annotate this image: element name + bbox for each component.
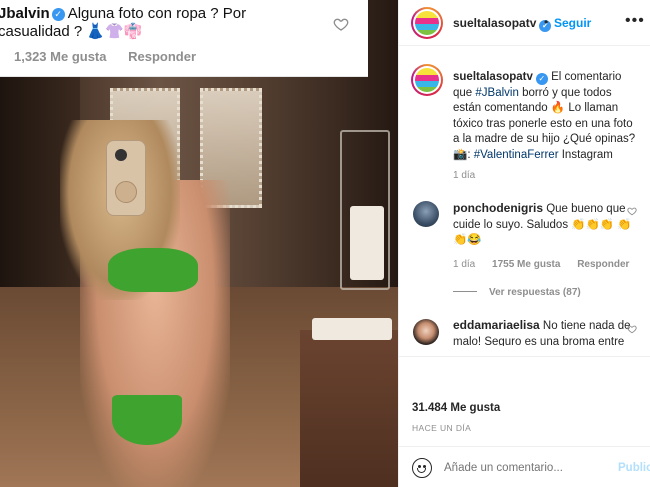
caption-text-end: Instagram — [561, 148, 613, 161]
heart-icon — [333, 18, 349, 31]
phone-grip — [115, 181, 137, 203]
overlay-reply: Responder — [128, 49, 197, 64]
like-comment-heart-icon[interactable] — [627, 206, 637, 216]
post-likes[interactable]: 31.484 Me gusta — [412, 402, 500, 414]
overlay-text-line2: casualidad ? — [0, 23, 83, 40]
avatar[interactable] — [413, 319, 439, 345]
photo-bikini-bottom — [112, 395, 182, 445]
comment-time: 1 día — [453, 259, 476, 270]
overlay-comment: Jbalvin ✓ Alguna foto con ropa ? Por casua… — [0, 0, 368, 77]
overlay-emojis: 👗👚👘 — [86, 23, 143, 40]
post-header: sueltalasopatv ✓ • Seguir ••• — [399, 0, 650, 46]
caption-username[interactable]: sueltalasopatv — [453, 71, 533, 83]
verified-icon: ✓ — [51, 8, 65, 21]
comment-meta: 1 día 1755 Me gusta Responder — [453, 259, 643, 270]
like-comment-heart-icon[interactable] — [627, 324, 637, 334]
overlay-meta: 1,323 Me gusta Responder — [14, 49, 214, 64]
comment-text: eddamariaelisa No tiene nada de malo! Se… — [453, 318, 633, 346]
post-time: HACE UN DÍA — [412, 423, 472, 433]
comment-reply-button[interactable]: Responder — [577, 259, 629, 270]
add-comment-bar: Publicar — [399, 446, 650, 487]
more-options-icon[interactable]: ••• — [625, 12, 645, 30]
caption-text: sueltalasopatv ✓ El comentario que #JBalv… — [453, 70, 641, 163]
comment-username[interactable]: eddamariaelisa — [453, 318, 540, 332]
comment-input[interactable] — [444, 462, 609, 474]
avatar[interactable] — [411, 64, 443, 96]
verified-icon: ✓ — [535, 73, 548, 85]
publish-button[interactable]: Publicar — [618, 462, 650, 474]
avatar[interactable] — [411, 7, 443, 39]
photo-towel — [312, 318, 392, 340]
photo-phone — [106, 140, 146, 216]
view-replies-label[interactable]: Ver respuestas (87) — [489, 287, 581, 298]
replies-dash — [453, 291, 477, 292]
overlay-text-line1: Alguna foto con ropa ? Por — [67, 5, 247, 22]
overlay-comment-line2: casualidad ? 👗👚👘 — [0, 22, 142, 40]
follow-button[interactable]: Seguir — [554, 16, 591, 30]
view-replies-button[interactable]: Ver respuestas (87) — [453, 287, 581, 298]
actions-divider — [399, 356, 650, 357]
photo-towel — [350, 206, 384, 280]
post-sidebar: sueltalasopatv ✓ • Seguir ••• sueltalasop… — [398, 0, 650, 487]
photo-bikini-top — [108, 248, 198, 292]
header-separator: • — [544, 15, 549, 29]
hashtag-link[interactable]: #ValentinaFerrer — [474, 149, 559, 161]
photo-cabinet — [300, 330, 398, 487]
post-photo[interactable]: Jbalvin ✓ Alguna foto con ropa ? Por casua… — [0, 0, 398, 487]
comment-likes[interactable]: 1755 Me gusta — [492, 259, 560, 270]
caption-time: 1 día — [453, 170, 476, 181]
avatar[interactable] — [413, 201, 439, 227]
phone-camera — [115, 149, 127, 161]
comment-text: ponchodenigris Que bueno que cuide lo su… — [453, 201, 633, 249]
emoji-icon[interactable] — [412, 458, 432, 478]
overlay-username: Jbalvin — [0, 5, 50, 22]
header-username[interactable]: sueltalasopatv ✓ — [453, 16, 552, 32]
overlay-comment-line1: Jbalvin ✓ Alguna foto con ropa ? Por — [0, 5, 246, 22]
overlay-likes: 1,323 Me gusta — [14, 49, 107, 64]
header-username-text[interactable]: sueltalasopatv — [453, 16, 536, 30]
comment-username[interactable]: ponchodenigris — [453, 201, 543, 215]
hashtag-link[interactable]: #JBalvin — [475, 87, 518, 99]
